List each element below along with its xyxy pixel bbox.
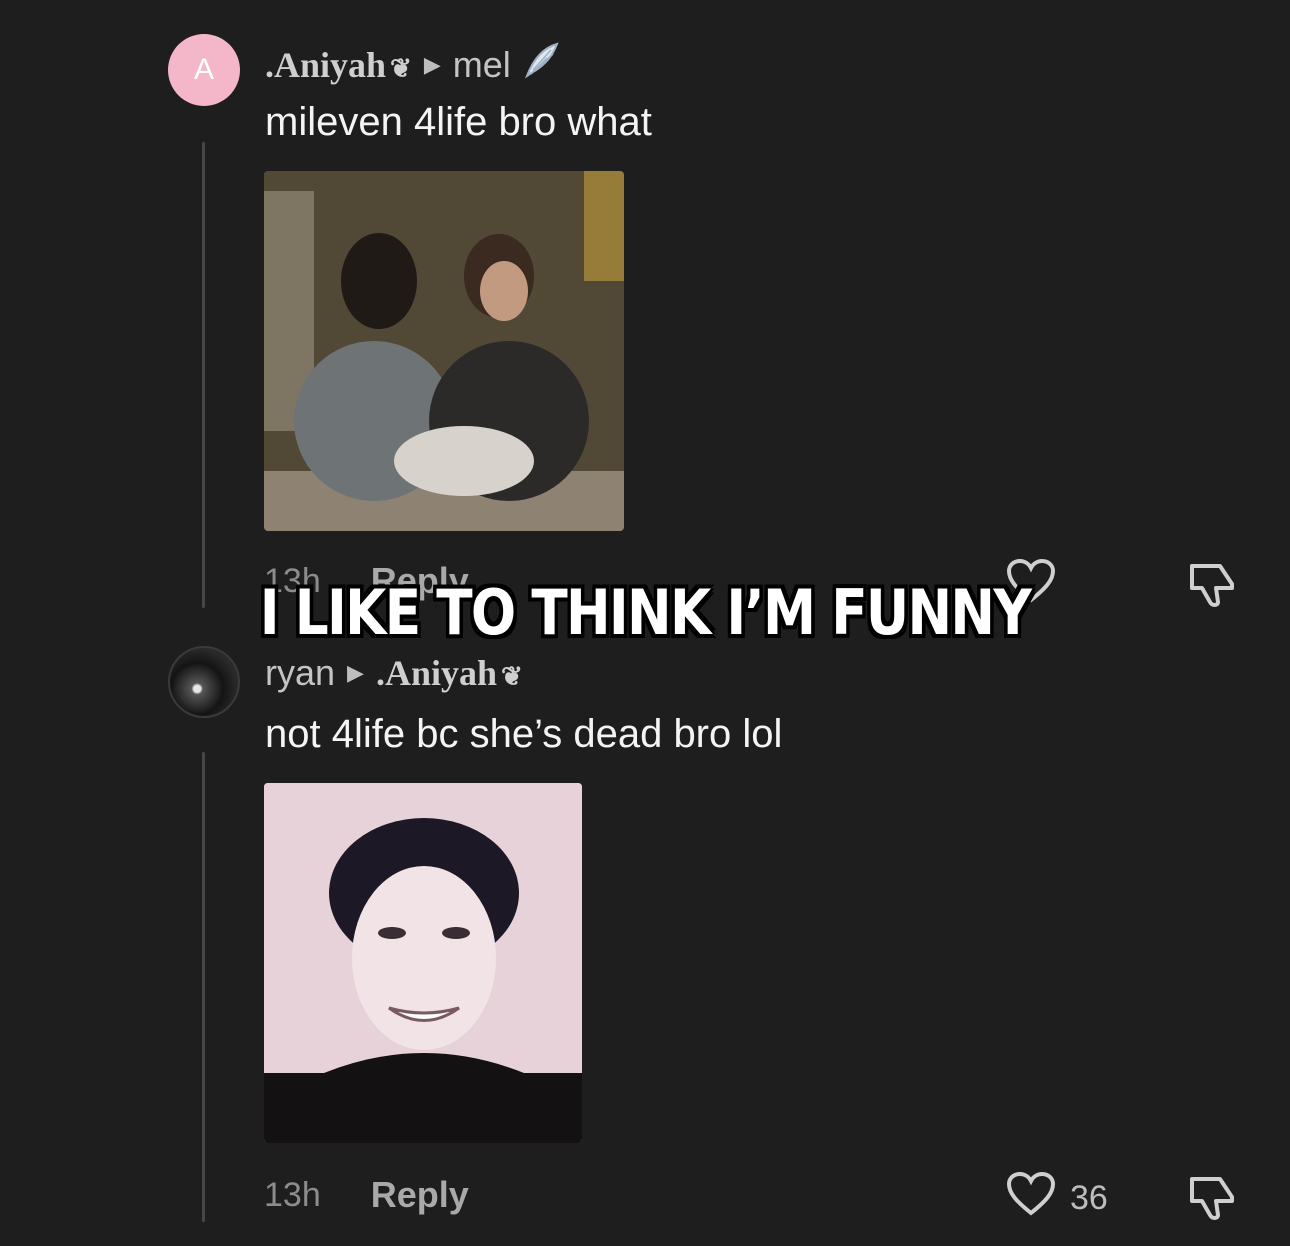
comment-2-meta: 13h Reply (264, 1174, 469, 1216)
comment-2-dislike-button[interactable] (1186, 1171, 1238, 1232)
reply-arrow-icon: ▶ (423, 51, 441, 77)
thread-line-1 (202, 142, 205, 608)
reply-to-name[interactable]: mel (453, 44, 511, 86)
avatar-letter: A (193, 53, 214, 86)
overlay-caption: I LIKE TO THINK I’M FUNNY (259, 576, 1032, 649)
comment-1-header: .Aniyah ❦ ▶ mel (265, 40, 559, 89)
avatar-ryan[interactable] (168, 646, 240, 718)
comment-2-time: 13h (264, 1175, 321, 1214)
comment-2-header: ryan ▶ .Aniyah ❦ (265, 652, 523, 694)
comment-1-image[interactable] (264, 171, 624, 531)
comment-2-image[interactable] (264, 783, 582, 1143)
reply-arrow-icon: ▶ (347, 660, 364, 685)
heart-icon (1006, 1171, 1056, 1226)
comment-2-text: not 4life bc she’s dead bro lol (265, 712, 783, 756)
wing-icon (523, 40, 559, 89)
thumbs-down-icon (1186, 1171, 1238, 1232)
author-name[interactable]: .Aniyah ❦ (265, 44, 412, 86)
comment-2-like-count: 36 (1070, 1179, 1108, 1217)
reply-to-name[interactable]: .Aniyah ❦ (376, 652, 523, 694)
avatar-aniyah[interactable]: A (168, 34, 240, 106)
author-name[interactable]: ryan (265, 652, 335, 694)
thread-line-2 (202, 752, 205, 1222)
comment-1-text: mileven 4life bro what (265, 100, 652, 144)
comment-2-like-button[interactable]: 36 (1006, 1171, 1108, 1226)
comment-2-reply-button[interactable]: Reply (371, 1174, 469, 1216)
